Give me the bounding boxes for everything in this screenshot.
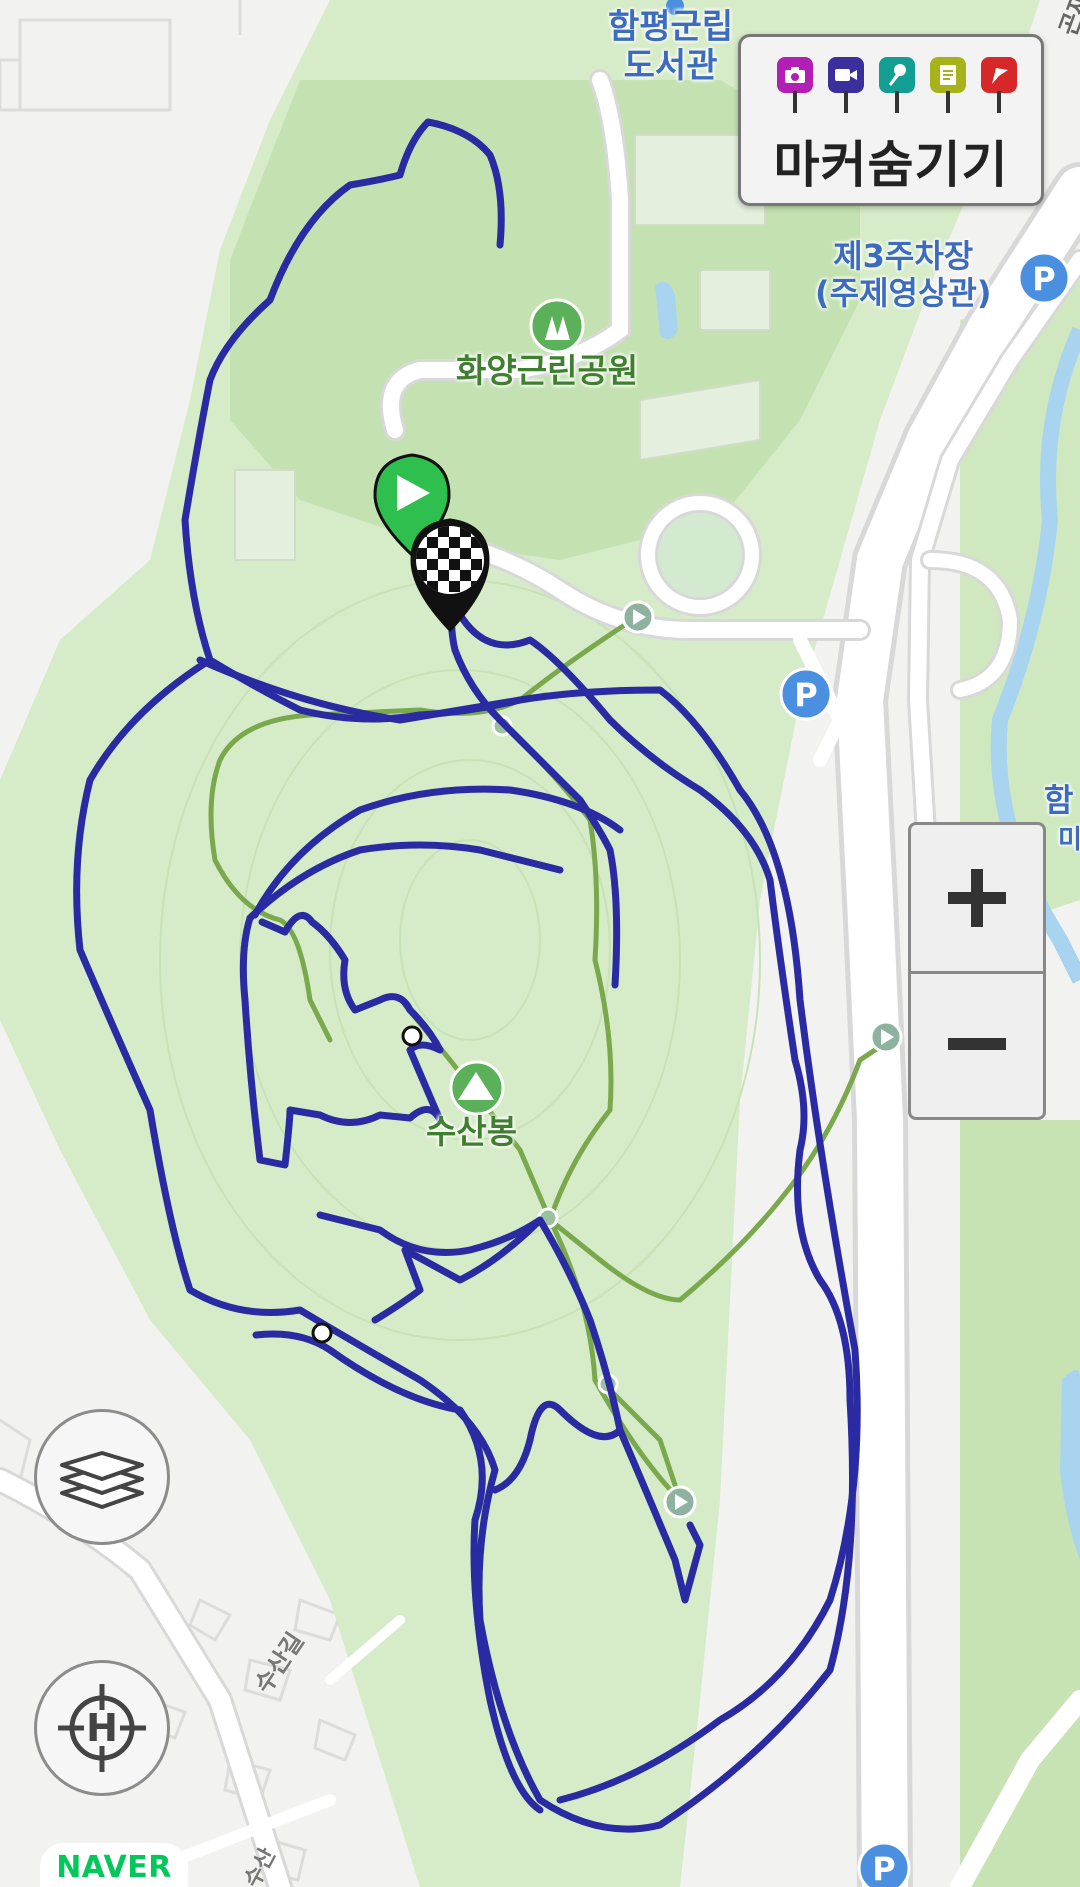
- microphone-icon: [879, 57, 915, 115]
- crosshair-icon: H: [58, 1684, 146, 1772]
- layers-button[interactable]: [34, 1409, 170, 1545]
- zoom-control: [908, 822, 1046, 1120]
- parking-lot-3-label: 제3주차장 (주제영상관): [815, 237, 992, 312]
- minus-icon: [948, 1038, 1006, 1050]
- edge-label: 함: [1044, 781, 1074, 819]
- park-tree-icon: [529, 298, 585, 354]
- library-label: 함평군립 도서관: [608, 7, 734, 87]
- svg-text:P: P: [872, 1850, 895, 1887]
- camera-icon: [777, 57, 813, 115]
- naver-logo: NAVER: [40, 1843, 188, 1887]
- edge-label-2: 미: [1058, 825, 1080, 855]
- layers-icon: [60, 1451, 144, 1509]
- zoom-in-button[interactable]: [911, 825, 1043, 974]
- park-label: 화양근린공원: [456, 351, 639, 390]
- map-view[interactable]: P P P 함평군립 도서관 제3주차장 (주제영상관) 화양근린공원 수산봉 …: [0, 0, 1080, 1887]
- zoom-out-button[interactable]: [911, 971, 1043, 1117]
- svg-text:P: P: [1032, 260, 1055, 298]
- hide-markers-button[interactable]: 마커숨기기: [738, 34, 1044, 206]
- plus-icon: [948, 869, 1006, 927]
- memo-icon: [930, 57, 966, 115]
- hide-markers-label: 마커숨기기: [773, 136, 1009, 194]
- svg-text:P: P: [794, 676, 817, 714]
- video-icon: [828, 57, 864, 115]
- svg-text:H: H: [86, 1706, 118, 1750]
- waypoint-marker[interactable]: [401, 1025, 423, 1047]
- flag-icon: [981, 57, 1017, 115]
- marker-type-icons: [777, 57, 1017, 117]
- mountain-icon: [449, 1060, 505, 1116]
- my-location-button[interactable]: H: [34, 1660, 170, 1796]
- waypoint-marker[interactable]: [311, 1322, 333, 1344]
- peak-label: 수산봉: [426, 1112, 518, 1151]
